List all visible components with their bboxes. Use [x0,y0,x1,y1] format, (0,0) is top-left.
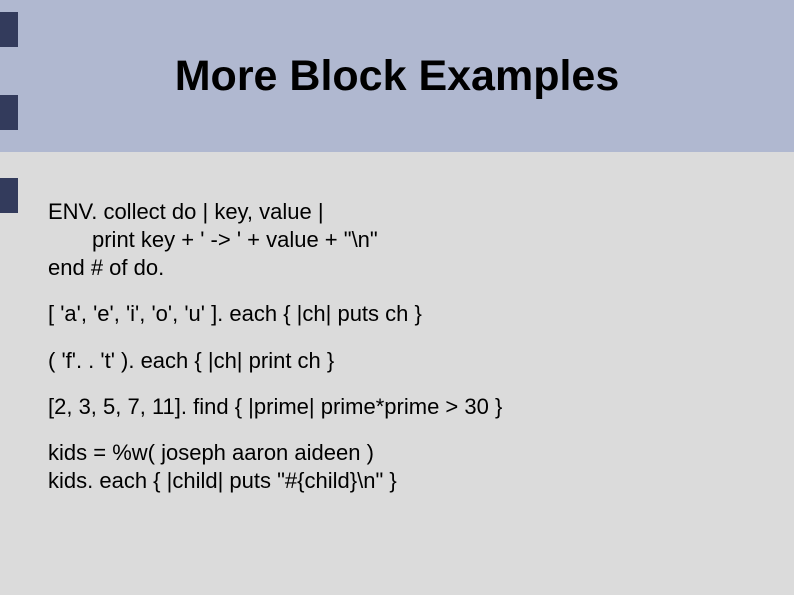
slide-title: More Block Examples [0,52,794,101]
code-line: ENV. collect do | key, value | [48,198,748,226]
slide-content: ENV. collect do | key, value | print key… [48,198,748,513]
code-line: print key + ' -> ' + value + "\n" [48,226,748,254]
code-line: end # of do. [48,254,748,282]
code-line: [2, 3, 5, 7, 11]. find { |prime| prime*p… [48,393,748,421]
left-accent-bar [0,12,18,47]
code-line: ( 'f'. . 't' ). each { |ch| print ch } [48,347,748,375]
left-accent-bar [0,178,18,213]
code-line: kids. each { |child| puts "#{child}\n" } [48,467,748,495]
code-line: kids = %w( joseph aaron aideen ) [48,439,748,467]
code-line: [ 'a', 'e', 'i', 'o', 'u' ]. each { |ch|… [48,300,748,328]
